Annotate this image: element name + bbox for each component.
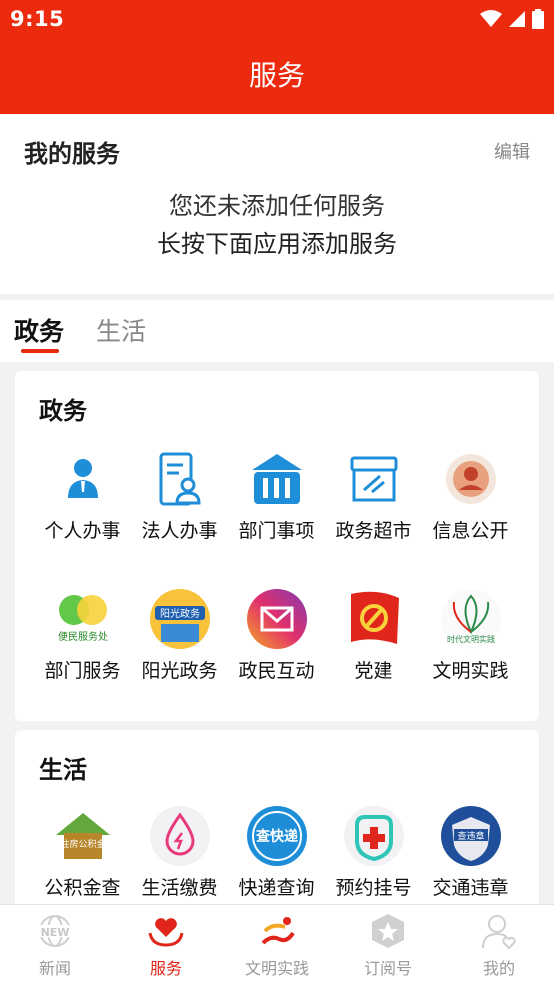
service-party-building[interactable]: 党建 [325,588,422,683]
service-label: 阳光政务 [141,660,218,682]
life-section-title: 生活 [39,756,87,784]
nav-subscription[interactable]: 订阅号 [333,911,443,979]
service-label: 快递查询 [238,877,315,899]
utility-payment-icon [149,805,211,867]
party-flag-icon [343,588,405,650]
empty-hint-line1: 您还未添加任何服务 [169,192,385,220]
service-label: 部门事项 [238,520,315,542]
service-info-disclosure[interactable]: 信息公开 [422,448,519,543]
government-section: 政务 个人办事 法人办事 部门事项 政务超市 信息公开 便民服务处 部门服务 阳… [15,371,539,721]
nav-profile[interactable]: 我的 [444,911,554,979]
my-services-title: 我的服务 [24,140,120,168]
service-sunshine-gov[interactable]: 阳光政务 阳光政务 [131,588,228,683]
service-express-query[interactable]: 查快递 快递查询 [228,805,325,900]
service-label: 政民互动 [238,660,315,682]
store-icon [343,448,405,510]
active-tab-indicator [21,349,59,353]
service-label: 预约挂号 [335,877,412,899]
service-utility-payment[interactable]: 生活缴费 [131,805,228,900]
system-icons [480,9,544,29]
service-label: 政务超市 [335,520,412,542]
service-label: 交通违章 [432,877,509,899]
government-section-title: 政务 [39,397,87,425]
service-housing-fund[interactable]: 住房公积金 公积金查 [34,805,131,900]
subscription-icon [333,911,443,951]
empty-hint-line2: 长按下面应用添加服务 [157,230,397,258]
heart-hands-icon [111,911,221,951]
civilization-nav-icon [222,911,332,951]
svg-text:NEW: NEW [41,926,70,939]
service-label: 党建 [354,660,393,682]
service-label: 信息公开 [432,520,509,542]
news-icon: NEW [0,911,110,951]
mail-icon [246,588,308,650]
bottom-navigation: NEW 新闻 服务 文明实践 订阅号 我的 [0,904,554,984]
service-label: 生活缴费 [141,877,218,899]
sunshine-gov-icon: 阳光政务 [149,588,211,650]
service-appointment[interactable]: 预约挂号 [325,805,422,900]
icon-text: 便民服务处 [58,630,108,643]
department-service-icon: 便民服务处 [52,588,114,650]
edit-button[interactable]: 编辑 [494,138,530,164]
signal-icon [509,11,525,27]
icon-text: 查违章 [457,830,484,842]
tab-life[interactable]: 生活 [96,312,146,348]
service-label: 法人办事 [141,520,218,542]
nav-label: 新闻 [38,959,71,978]
building-icon [246,448,308,510]
service-gov-market[interactable]: 政务超市 [325,448,422,543]
service-label: 文明实践 [432,660,509,682]
express-icon: 查快递 [246,805,308,867]
service-department-service[interactable]: 便民服务处 部门服务 [34,588,131,683]
service-legal-person[interactable]: 法人办事 [131,448,228,543]
wifi-icon [480,10,502,27]
service-department-matters[interactable]: 部门事项 [228,448,325,543]
nav-civilization[interactable]: 文明实践 [222,911,332,979]
info-disclosure-icon [440,448,502,510]
profile-icon [444,911,554,951]
category-tabs: 政务 生活 [0,300,554,362]
nav-service[interactable]: 服务 [111,911,221,979]
tab-government[interactable]: 政务 [14,312,64,348]
legal-person-icon [149,448,211,510]
service-civilization[interactable]: 时代文明实践 文明实践 [422,588,519,683]
life-section: 生活 住房公积金 公积金查 生活缴费 查快递 快递查询 预约挂号 查违章 交通违… [15,730,539,910]
nav-label: 文明实践 [244,959,309,978]
service-citizen-interaction[interactable]: 政民互动 [228,588,325,683]
nav-news[interactable]: NEW 新闻 [0,911,110,979]
service-traffic-violation[interactable]: 查违章 交通违章 [422,805,519,900]
status-bar: 9:15 [0,0,554,38]
service-label: 部门服务 [44,660,121,682]
service-personal[interactable]: 个人办事 [34,448,131,543]
civilization-icon: 时代文明实践 [440,588,502,650]
housing-fund-icon: 住房公积金 [52,805,114,867]
service-label: 个人办事 [44,520,121,542]
icon-text: 住房公积金 [60,838,105,850]
status-time: 9:15 [10,7,65,31]
icon-text: 查快递 [256,828,298,845]
battery-icon [532,9,544,29]
my-services-panel: 我的服务 编辑 您还未添加任何服务 长按下面应用添加服务 [0,114,554,294]
nav-label: 服务 [149,959,182,978]
person-icon [52,448,114,510]
nav-label: 订阅号 [363,959,412,978]
nav-label: 我的 [482,959,515,978]
hospital-icon [343,805,405,867]
icon-text: 时代文明实践 [447,634,495,644]
service-label: 公积金查 [44,877,121,899]
icon-text: 阳光政务 [160,607,200,620]
traffic-icon: 查违章 [440,805,502,867]
page-title: 服务 [0,38,554,114]
